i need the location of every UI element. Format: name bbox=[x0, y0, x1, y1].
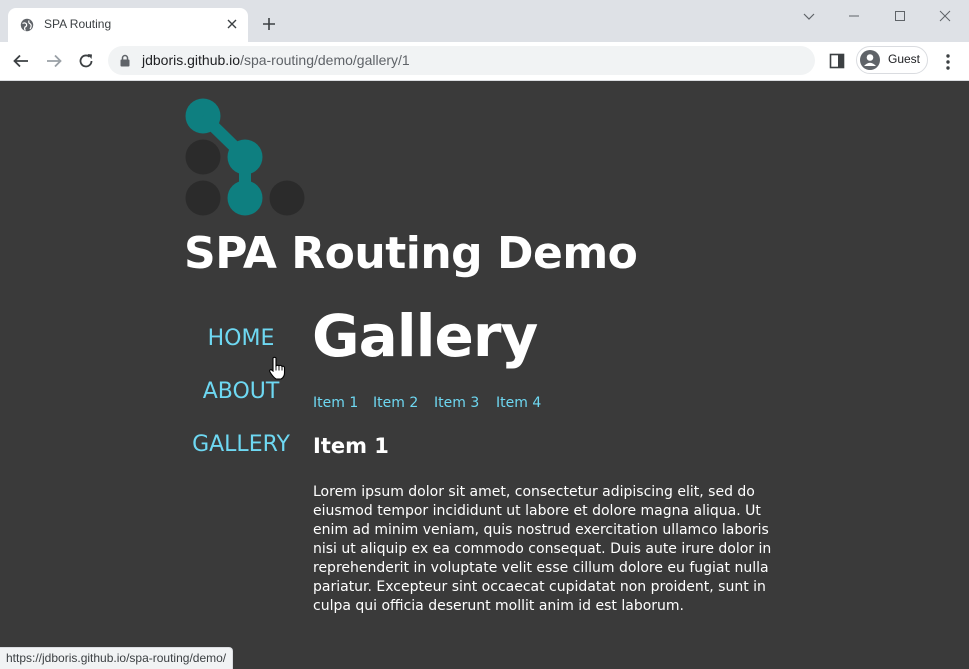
globe-icon bbox=[20, 18, 34, 32]
avatar-icon bbox=[860, 50, 880, 70]
url-host: jdboris.github.io bbox=[142, 52, 241, 68]
page-heading: Gallery bbox=[312, 302, 538, 370]
more-vertical-icon[interactable] bbox=[940, 53, 956, 71]
item-heading: Item 1 bbox=[313, 434, 389, 458]
close-window-icon[interactable] bbox=[937, 8, 953, 24]
url-text: jdboris.github.io/spa-routing/demo/galle… bbox=[142, 52, 410, 68]
maximize-icon[interactable] bbox=[892, 8, 908, 24]
gallery-item-link-2[interactable]: Item 2 bbox=[373, 395, 418, 411]
link-status-bar: https://jdboris.github.io/spa-routing/de… bbox=[0, 647, 234, 669]
browser-tab[interactable]: SPA Routing bbox=[8, 8, 248, 42]
forward-arrow-icon[interactable] bbox=[45, 52, 63, 70]
item-body-text: Lorem ipsum dolor sit amet, consectetur … bbox=[313, 484, 772, 614]
browser-toolbar: jdboris.github.io/spa-routing/demo/galle… bbox=[0, 42, 969, 81]
side-panel-icon[interactable] bbox=[829, 53, 845, 69]
gallery-item-link-3[interactable]: Item 3 bbox=[434, 395, 479, 411]
lock-icon[interactable] bbox=[120, 54, 130, 67]
site-logo bbox=[185, 98, 305, 216]
gallery-item-link-1[interactable]: Item 1 bbox=[313, 395, 358, 411]
hand-pointer-cursor-icon bbox=[269, 356, 286, 380]
url-path: /spa-routing/demo/gallery/1 bbox=[240, 52, 410, 68]
tab-search-chevron-icon[interactable] bbox=[801, 8, 817, 24]
new-tab-icon[interactable] bbox=[262, 17, 276, 31]
profile-button[interactable]: Guest bbox=[856, 46, 928, 74]
site-title: SPA Routing Demo bbox=[184, 228, 638, 279]
profile-label: Guest bbox=[888, 52, 921, 66]
nav-gallery-link[interactable]: GALLERY bbox=[190, 432, 292, 457]
nav-home-link[interactable]: HOME bbox=[190, 326, 292, 351]
reload-icon[interactable] bbox=[77, 52, 95, 70]
address-bar[interactable]: jdboris.github.io/spa-routing/demo/galle… bbox=[108, 46, 815, 75]
tab-title: SPA Routing bbox=[44, 17, 112, 31]
back-arrow-icon[interactable] bbox=[12, 52, 30, 70]
gallery-item-link-4[interactable]: Item 4 bbox=[496, 395, 541, 411]
tab-strip: SPA Routing bbox=[0, 0, 969, 42]
minimize-icon[interactable] bbox=[846, 8, 862, 24]
nav-about-link[interactable]: ABOUT bbox=[190, 379, 292, 404]
close-tab-icon[interactable] bbox=[226, 18, 238, 30]
